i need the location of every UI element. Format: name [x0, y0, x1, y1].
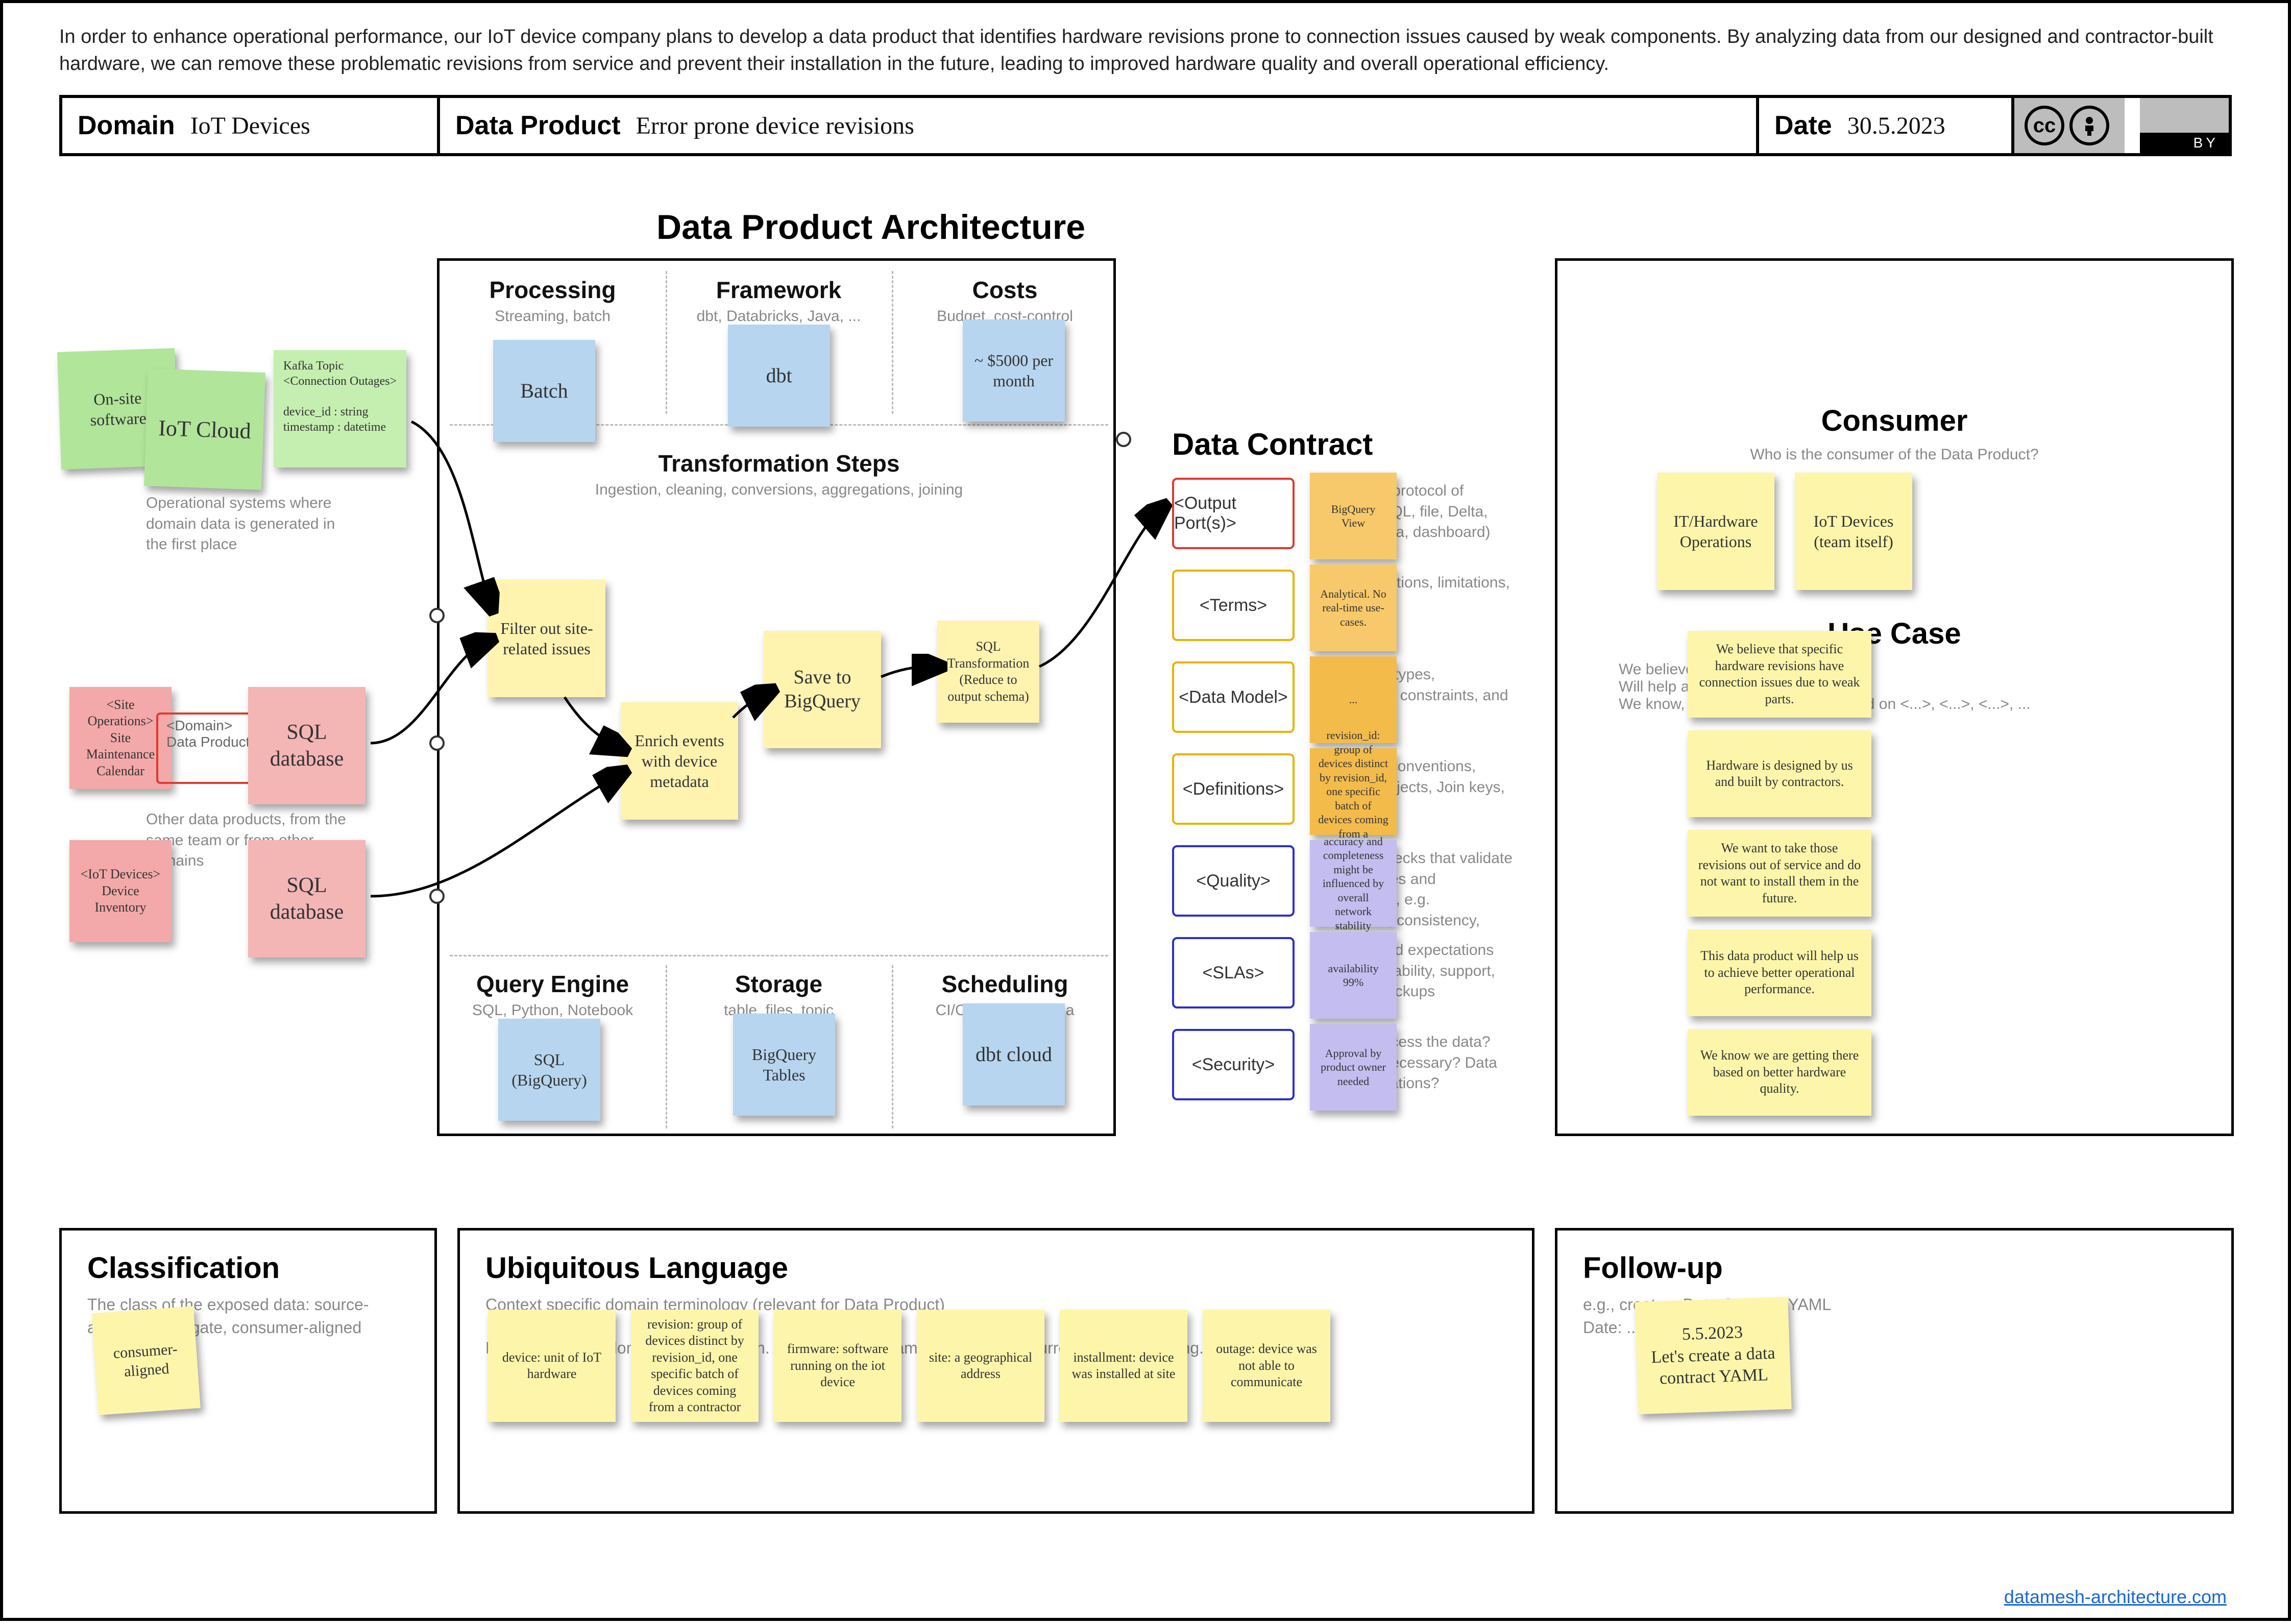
- ulang-note-3: site: a geographical address: [917, 1310, 1044, 1422]
- query-s: SQL, Python, Notebook: [440, 1002, 666, 1019]
- consumer-sub: Who is the consumer of the Data Product?: [1557, 446, 2231, 463]
- usecase-title: Use Case: [1557, 617, 2231, 651]
- dc-box-2: <Data Model>: [1172, 661, 1295, 733]
- dc-box-1: <Terms>: [1172, 570, 1295, 641]
- sticky-sched: dbt cloud: [963, 1003, 1065, 1105]
- transform-h: Transformation Steps: [440, 450, 1118, 477]
- product-label: Data Product: [455, 110, 621, 141]
- processing-h: Processing: [440, 276, 666, 304]
- query-h: Query Engine: [440, 970, 666, 998]
- sticky-dbt: dbt: [728, 325, 830, 427]
- dc-note-6: Approval by product owner needed: [1310, 1024, 1397, 1111]
- dc-box-3: <Definitions>: [1172, 753, 1295, 825]
- title-bar: Domain IoT Devices Data Product Error pr…: [59, 95, 2232, 156]
- connector-circle: [1116, 432, 1131, 447]
- usecase-note-0: We believe that specific hardware revisi…: [1688, 631, 1871, 718]
- connector-circle: [429, 889, 445, 904]
- ulang-note-4: installment: device was installed at sit…: [1060, 1310, 1187, 1422]
- sticky-iot-devices: <IoT Devices> Device Inventory: [69, 840, 172, 942]
- cc-badge: cc BY: [2014, 98, 2229, 153]
- dc-note-4: accuracy and completeness might be influ…: [1310, 840, 1397, 927]
- sticky-sql-2: SQL database: [248, 840, 365, 957]
- connector-circle: [429, 608, 445, 623]
- by-icon: [2069, 106, 2109, 145]
- canvas-page: In order to enhance operational performa…: [0, 0, 2291, 1621]
- sticky-cost: ~ $5000 per month: [963, 319, 1065, 422]
- intro-text: In order to enhance operational performa…: [59, 23, 2232, 78]
- domain-dp-text: <Domain> Data Product: [166, 718, 250, 750]
- product-value: Error prone device revisions: [636, 112, 914, 140]
- usecase-note-4: We know we are getting there based on be…: [1688, 1029, 1871, 1116]
- sticky-qe: SQL (BigQuery): [498, 1019, 600, 1121]
- date-value: 30.5.2023: [1847, 112, 1945, 140]
- classification-title: Classification: [87, 1251, 409, 1285]
- sticky-sqltrans: SQL Transformation (Reduce to output sch…: [937, 621, 1039, 723]
- sticky-consumer-1: IT/Hardware Operations: [1657, 473, 1774, 590]
- dc-title: Data Contract: [1172, 427, 1373, 462]
- dc-box-0: <Output Port(s)>: [1172, 478, 1295, 549]
- dc-box-5: <SLAs>: [1172, 937, 1295, 1008]
- consumer-box: Consumer Who is the consumer of the Data…: [1555, 258, 2234, 1136]
- sched-h: Scheduling: [892, 970, 1118, 998]
- sticky-iot-cloud: IoT Cloud: [144, 368, 265, 490]
- sticky-consumer-2: IoT Devices (team itself): [1795, 473, 1912, 590]
- cc-icon: cc: [2025, 106, 2064, 145]
- date-label: Date: [1774, 110, 1832, 141]
- framework-h: Framework: [666, 276, 892, 304]
- transform-s: Ingestion, cleaning, conversions, aggreg…: [440, 481, 1118, 499]
- connector-circle: [429, 735, 445, 751]
- dc-note-0: BigQuery View: [1310, 473, 1397, 559]
- sticky-followup: 5.5.2023 Let's create a data contract YA…: [1635, 1297, 1791, 1414]
- processing-s: Streaming, batch: [440, 308, 666, 325]
- sticky-classification: consumer-aligned: [91, 1306, 200, 1415]
- dc-note-5: availability 99%: [1310, 932, 1397, 1019]
- sticky-enrich: Enrich events with device metadata: [621, 702, 738, 820]
- sticky-save: Save to BigQuery: [764, 631, 881, 748]
- sticky-sql-1: SQL database: [248, 687, 365, 804]
- domain-label: Domain: [78, 110, 175, 141]
- ulang-note-0: device: unit of IoT hardware: [488, 1310, 616, 1422]
- usecase-note-3: This data product will help us to achiev…: [1688, 929, 1871, 1016]
- sticky-storage: BigQuery Tables: [733, 1014, 835, 1116]
- framework-s: dbt, Databricks, Java, ...: [666, 308, 892, 325]
- followup-title: Follow-up: [1583, 1251, 2206, 1285]
- usecase-note-1: Hardware is designed by us and built by …: [1688, 730, 1871, 817]
- dc-note-1: Analytical. No real-time use-cases.: [1310, 564, 1397, 651]
- storage-h: Storage: [666, 970, 892, 998]
- sticky-kafka: Kafka Topic <Connection Outages> device_…: [274, 350, 406, 467]
- dc-box-4: <Quality>: [1172, 845, 1295, 917]
- costs-h: Costs: [892, 276, 1118, 304]
- domain-value: IoT Devices: [190, 112, 310, 140]
- ulang-note-2: firmware: software running on the iot de…: [774, 1310, 901, 1422]
- usecase-note-2: We want to take those revisions out of s…: [1688, 830, 1871, 917]
- dc-note-3: revision_id: group of devices distinct b…: [1310, 748, 1397, 835]
- ulang-note-1: revision: group of devices distinct by r…: [631, 1310, 759, 1422]
- arch-title: Data Product Architecture: [656, 207, 1085, 247]
- dc-box-6: <Security>: [1172, 1029, 1295, 1100]
- sticky-filter: Filter out site-related issues: [488, 580, 605, 697]
- sticky-batch: Batch: [493, 340, 595, 442]
- footer-link[interactable]: datamesh-architecture.com: [2004, 1586, 2227, 1608]
- ulang-title: Ubiquitous Language: [485, 1251, 1506, 1285]
- consumer-title: Consumer: [1557, 404, 2231, 438]
- by-text: BY: [2140, 133, 2229, 153]
- caption-operational: Operational systems where domain data is…: [146, 493, 360, 555]
- ulang-note-5: outage: device was not able to communica…: [1203, 1310, 1330, 1422]
